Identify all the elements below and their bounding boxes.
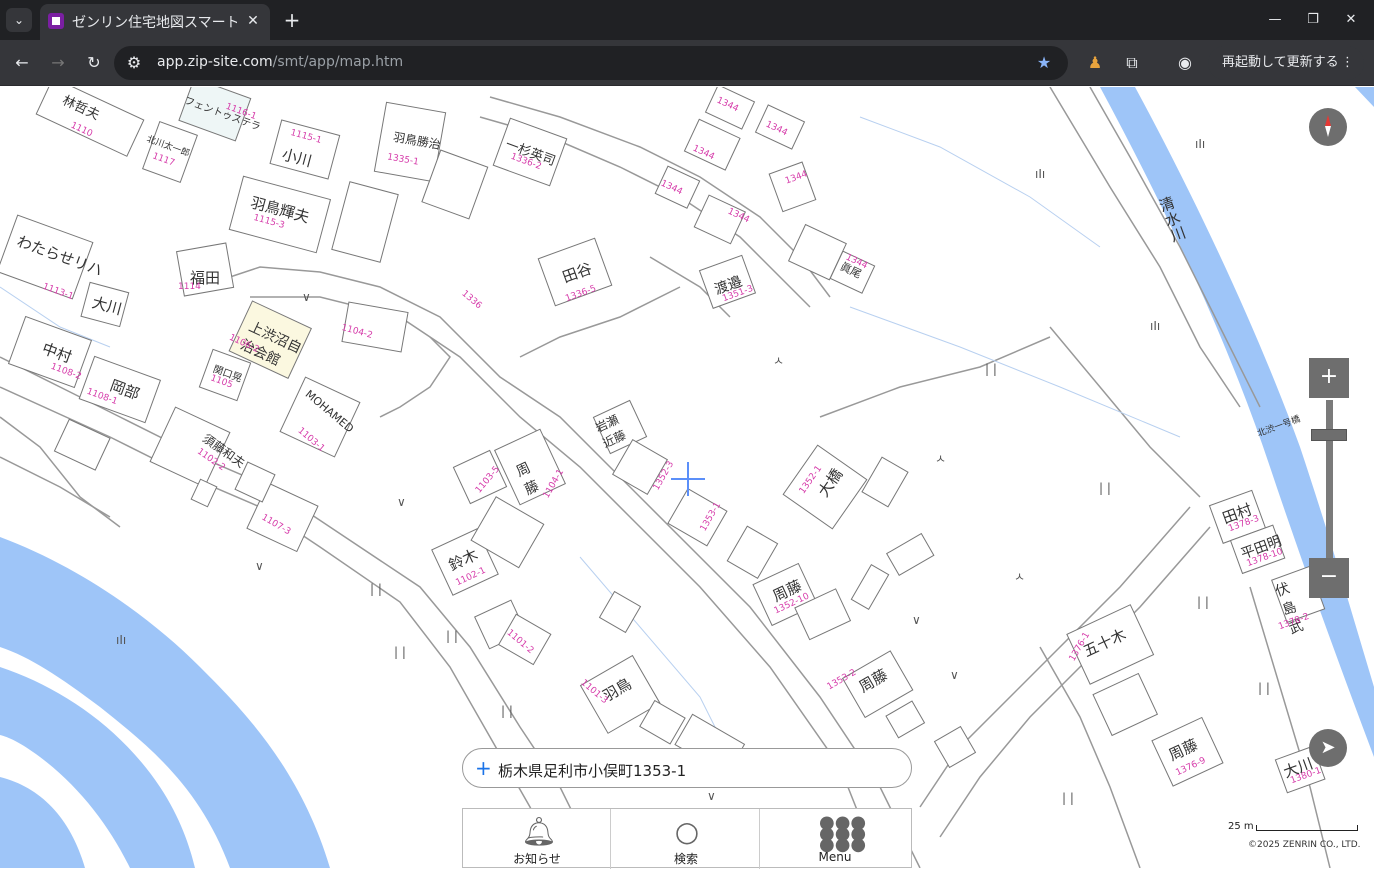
compass-icon[interactable] [1309, 108, 1347, 146]
back-icon[interactable]: ← [10, 51, 34, 75]
minimize-icon[interactable]: — [1262, 8, 1288, 32]
close-tab-icon[interactable]: ✕ [242, 10, 264, 32]
grid-icon: ●●● ●●● ●●● [819, 812, 867, 855]
map-center-crosshair [687, 462, 689, 496]
field-symbol-icon: ıIı [1150, 319, 1161, 333]
nav-notifications[interactable]: 🔔︎ お知らせ [463, 809, 611, 869]
browser-toolbar: ← → ↻ ⚙ app.zip-site.com/smt/app/map.htm… [0, 40, 1374, 86]
field-symbol-icon: | | [1099, 481, 1111, 495]
field-symbol-icon: ıIı [1035, 167, 1046, 181]
nav-menu[interactable]: ●●● ●●● ●●● Menu [761, 809, 909, 869]
extension-icon[interactable]: ♟ [1083, 51, 1107, 75]
bottom-navigation: 🔔︎ お知らせ ○ 検索 ●●● ●●● ●●● Menu [462, 808, 912, 869]
tab-title: ゼンリン住宅地図スマート [72, 15, 237, 31]
nav-label: お知らせ [513, 852, 561, 866]
zoom-slider-track[interactable] [1326, 400, 1333, 558]
field-symbol-icon: ㅅ [935, 452, 947, 466]
field-symbol-icon: ıIı [116, 633, 127, 647]
new-tab-button[interactable]: + [280, 8, 304, 32]
address-text: 栃木県足利市小俣町1353-1 [498, 762, 687, 780]
field-symbol-icon: ㅅ [1014, 570, 1026, 584]
field-symbol-icon: ∨ [255, 559, 264, 573]
field-symbol-icon: | | [985, 362, 997, 376]
field-symbol-icon: | | [1197, 595, 1209, 609]
field-symbol-icon: ıIı [1195, 137, 1206, 151]
field-symbol-icon: | | [446, 629, 458, 643]
add-icon[interactable]: + [475, 757, 492, 779]
extensions-puzzle-icon[interactable]: ⧉ [1120, 51, 1144, 75]
zoom-out-button[interactable]: − [1309, 558, 1349, 598]
zoom-in-button[interactable]: + [1309, 358, 1349, 398]
address-bar[interactable]: ⚙ app.zip-site.com/smt/app/map.htm ★ [114, 46, 1068, 80]
tab-strip: ⌄ ゼンリン住宅地図スマート ✕ + — ❐ ✕ [0, 0, 1374, 40]
scale-label: 25 m [1228, 821, 1254, 832]
bookmark-star-icon[interactable]: ★ [1032, 51, 1056, 75]
url-text: app.zip-site.com/smt/app/map.htm [157, 54, 404, 70]
nav-label: Menu [818, 850, 852, 864]
nav-search[interactable]: ○ 検索 [612, 809, 760, 869]
field-symbol-icon: ∨ [397, 495, 406, 509]
field-symbol-icon: | | [1062, 791, 1074, 805]
field-symbol-icon: | | [1258, 681, 1270, 695]
current-location-icon[interactable]: ➤ [1309, 729, 1347, 767]
nav-label: 検索 [673, 852, 698, 866]
parcel-number: 1114 [178, 282, 201, 292]
profile-icon[interactable]: ◉ [1173, 51, 1197, 75]
restore-icon[interactable]: ❐ [1300, 8, 1326, 32]
field-symbol-icon: ∨ [950, 668, 959, 682]
more-menu-icon[interactable]: ⋮ [1341, 46, 1354, 80]
field-symbol-icon: | | [394, 645, 406, 659]
field-symbol-icon: | | [501, 704, 513, 718]
field-symbol-icon: ∨ [302, 290, 311, 304]
scale-bar [1256, 825, 1358, 831]
field-symbol-icon: ∨ [912, 613, 921, 627]
tab-search-icon[interactable]: ⌄ [6, 8, 32, 32]
browser-tab[interactable]: ゼンリン住宅地図スマート ✕ [40, 4, 270, 40]
address-display[interactable]: + 栃木県足利市小俣町1353-1 [462, 748, 912, 788]
field-symbol-icon: | | [370, 582, 382, 596]
bell-icon: 🔔︎ [521, 815, 557, 848]
zoom-slider-handle[interactable] [1311, 429, 1347, 441]
close-window-icon[interactable]: ✕ [1338, 8, 1364, 32]
field-symbol-icon: ㅅ [773, 354, 785, 368]
site-favicon-icon [48, 13, 64, 29]
field-symbol-icon: ∨ [707, 789, 716, 803]
forward-icon[interactable]: → [46, 51, 70, 75]
copyright: ©2025 ZENRIN CO., LTD. [1248, 840, 1361, 850]
reload-icon[interactable]: ↻ [82, 51, 106, 75]
site-info-icon[interactable]: ⚙ [122, 51, 146, 75]
restart-update-button[interactable]: 再起動して更新する ⋮ [1208, 46, 1364, 80]
search-icon: ○ [674, 815, 700, 848]
